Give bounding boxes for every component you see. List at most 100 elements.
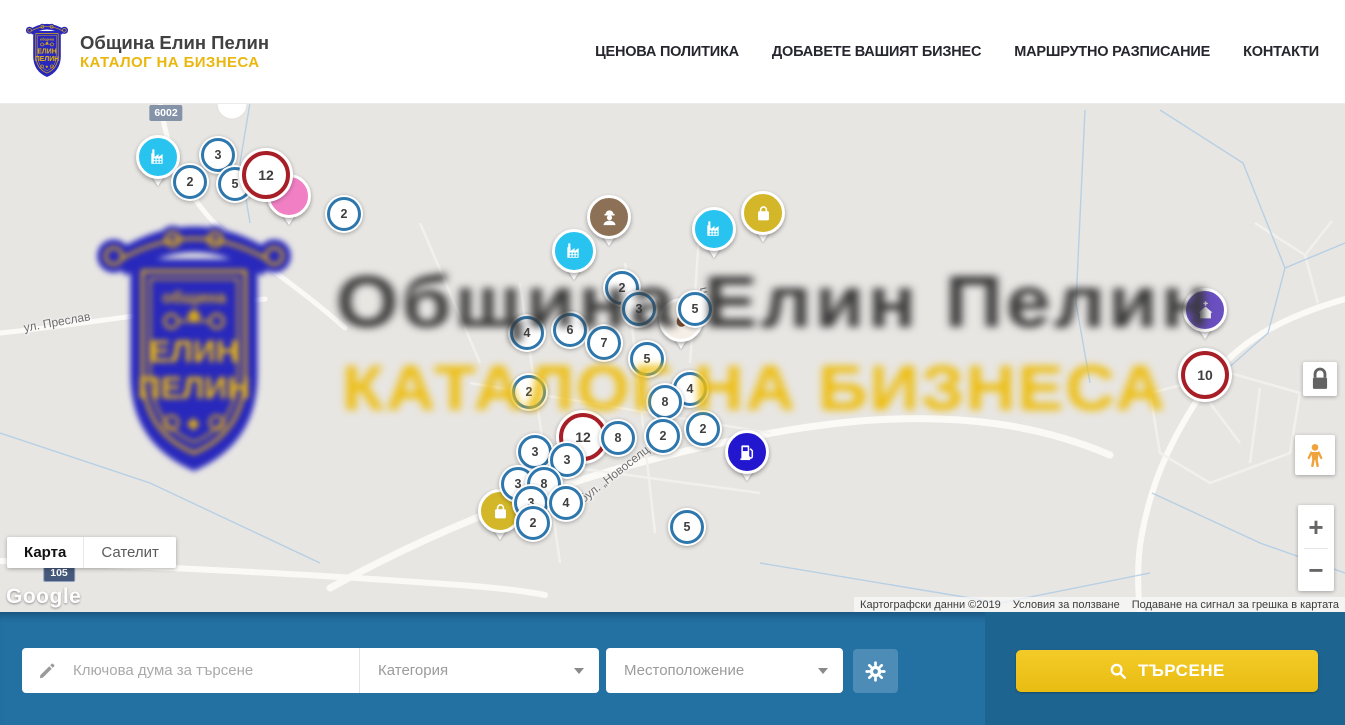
svg-text:ПЕЛИН: ПЕЛИН — [35, 56, 59, 63]
brand-text: Община Елин Пелин КАТАЛОГ НА БИЗНЕСА — [80, 31, 269, 73]
cluster-count: 5 — [684, 520, 691, 534]
fuel-icon — [725, 430, 769, 474]
cluster-ring: 10 — [1181, 351, 1229, 399]
cluster-marker[interactable]: 4 — [547, 484, 585, 522]
maptype-satellite-button[interactable]: Сателит — [84, 537, 176, 568]
factory-icon — [692, 207, 736, 251]
cluster-count: 7 — [601, 336, 608, 350]
attribution-link[interactable]: Подаване на сигнал за грешка в картата — [1126, 599, 1345, 611]
location-select[interactable]: Местоположение — [606, 648, 843, 693]
nav-item[interactable]: ДОБАВЕТЕ ВАШИЯТ БИЗНЕС — [772, 44, 981, 60]
cluster-marker[interactable]: 2 — [325, 195, 363, 233]
cluster-marker[interactable]: 3 — [620, 290, 658, 328]
advanced-search-button[interactable] — [853, 649, 898, 693]
cluster-ring: 2 — [173, 165, 207, 199]
brand-title: Община Елин Пелин — [80, 31, 269, 54]
cluster-marker[interactable]: 12 — [239, 148, 293, 202]
zoom-out-button[interactable]: − — [1298, 549, 1334, 591]
cluster-count: 12 — [575, 429, 591, 445]
keyword-field — [22, 648, 360, 693]
app-header: общинаЕЛИНПЕЛИН Община Елин Пелин КАТАЛО… — [0, 0, 1345, 104]
cluster-count: 3 — [215, 148, 222, 162]
cluster-count: 4 — [687, 382, 694, 396]
cluster-marker[interactable]: 7 — [585, 324, 623, 362]
pegman-icon — [1302, 442, 1328, 468]
nav-item[interactable]: КОНТАКТИ — [1243, 44, 1319, 60]
cluster-marker[interactable]: 2 — [514, 504, 552, 542]
cluster-count: 8 — [615, 431, 622, 445]
nav-item[interactable]: МАРШРУТНО РАЗПИСАНИЕ — [1014, 44, 1210, 60]
page: общинаЕЛИНПЕЛИН Община Елин Пелин КАТАЛО… — [0, 0, 1345, 725]
map-canvas[interactable]: 6002105ул. Преславбул. „Новоселциции 325… — [0, 103, 1345, 612]
cluster-count: 2 — [341, 207, 348, 221]
worker-marker-pin[interactable] — [587, 195, 631, 239]
google-logo[interactable]: Google — [6, 585, 81, 609]
cluster-count: 4 — [563, 496, 570, 510]
svg-text:ЕЛИН: ЕЛИН — [37, 48, 56, 55]
cluster-marker[interactable]: 10 — [1178, 348, 1232, 402]
cluster-marker[interactable]: 2 — [684, 410, 722, 448]
crest-svg: общинаЕЛИНПЕЛИН — [24, 22, 70, 82]
street-view-pegman-button[interactable] — [1295, 435, 1335, 475]
search-button[interactable]: ТЪРСЕНЕ — [1016, 650, 1318, 692]
cluster-ring: 3 — [622, 292, 656, 326]
attribution-link[interactable]: Условия за ползване — [1007, 599, 1126, 611]
cluster-count: 12 — [258, 167, 274, 183]
chevron-down-icon — [574, 668, 584, 674]
worker-icon — [587, 195, 631, 239]
cluster-ring: 8 — [648, 385, 682, 419]
cluster-count: 3 — [532, 445, 539, 459]
cluster-ring: 4 — [510, 316, 544, 350]
zoom-in-button[interactable]: + — [1298, 506, 1334, 548]
cluster-count: 5 — [644, 352, 651, 366]
cluster-ring: 2 — [646, 419, 680, 453]
zoom-control: + − — [1298, 505, 1334, 591]
main-nav: ЦЕНОВА ПОЛИТИКА ДОБАВЕТЕ ВАШИЯТ БИЗНЕС МАР… — [595, 0, 1319, 103]
factory-marker-pin[interactable] — [692, 207, 736, 251]
cluster-marker[interactable]: 5 — [628, 340, 666, 378]
search-button-label: ТЪРСЕНЕ — [1138, 661, 1225, 681]
church-icon — [1183, 288, 1227, 332]
fuel-marker-pin[interactable] — [725, 430, 769, 474]
municipality-crest-logo: общинаЕЛИНПЕЛИН — [24, 22, 70, 82]
cluster-ring: 2 — [327, 197, 361, 231]
header-logo[interactable]: общинаЕЛИНПЕЛИН Община Елин Пелин КАТАЛО… — [24, 22, 269, 82]
cluster-count: 5 — [692, 302, 699, 316]
cluster-ring: 5 — [630, 342, 664, 376]
cluster-ring: 3 — [518, 435, 552, 469]
map-lock-button[interactable] — [1303, 362, 1337, 396]
cluster-marker[interactable]: 2 — [171, 163, 209, 201]
maptype-map-button[interactable]: Карта — [7, 537, 84, 568]
category-select-label: Категория — [360, 662, 574, 679]
cluster-marker[interactable]: 2 — [644, 417, 682, 455]
church-marker-pin[interactable] — [1183, 288, 1227, 332]
cluster-marker[interactable]: 5 — [676, 290, 714, 328]
category-select[interactable]: Категория — [360, 648, 599, 693]
cluster-marker[interactable]: 8 — [646, 383, 684, 421]
brand-subtitle: КАТАЛОГ НА БИЗНЕСА — [80, 54, 269, 73]
cluster-count: 3 — [636, 302, 643, 316]
cluster-ring: 2 — [686, 412, 720, 446]
cluster-marker[interactable]: 5 — [668, 508, 706, 546]
cluster-ring: 5 — [678, 292, 712, 326]
cluster-count: 2 — [619, 281, 626, 295]
cluster-ring: 12 — [242, 151, 290, 199]
cluster-count: 4 — [524, 326, 531, 340]
lock-icon — [1303, 362, 1337, 396]
cluster-marker[interactable]: 4 — [508, 314, 546, 352]
cluster-count: 10 — [1197, 367, 1213, 383]
pencil-icon — [38, 661, 57, 680]
attribution-text: Картографски данни ©2019 — [854, 599, 1007, 611]
nav-item[interactable]: ЦЕНОВА ПОЛИТИКА — [595, 44, 739, 60]
map-markers: 3251222354675248221283338342510 — [0, 103, 1345, 612]
map-attribution: Картографски данни ©2019Условия за ползв… — [854, 597, 1345, 612]
cluster-count: 8 — [662, 395, 669, 409]
cluster-count: 3 — [564, 453, 571, 467]
bag-marker-pin[interactable] — [741, 191, 785, 235]
chevron-down-icon — [818, 668, 828, 674]
cluster-marker[interactable]: 2 — [510, 373, 548, 411]
cluster-count: 6 — [567, 323, 574, 337]
keyword-search-input[interactable] — [71, 661, 359, 680]
cluster-marker[interactable]: 6 — [551, 311, 589, 349]
cluster-marker[interactable]: 8 — [599, 419, 637, 457]
